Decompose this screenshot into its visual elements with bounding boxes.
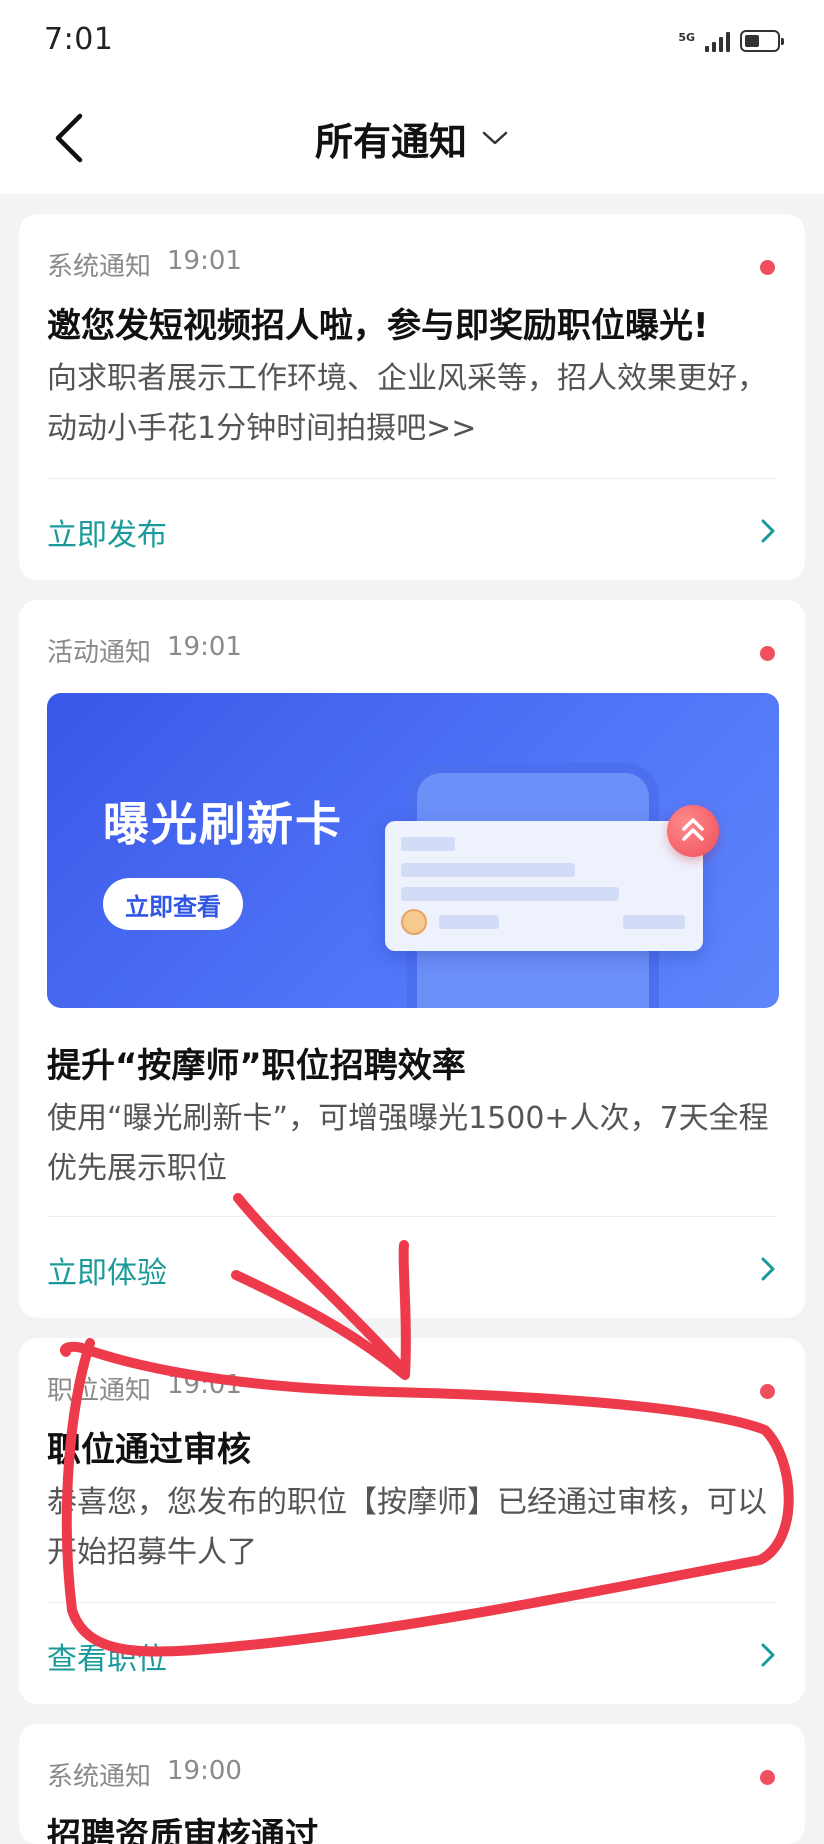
notification-title: 招聘资质审核通过	[47, 1816, 319, 1844]
banner-title: 曝光刷新卡	[103, 797, 343, 851]
view-now-button[interactable]: 立即查看	[103, 878, 243, 930]
notification-body: 向求职者展示工作环境、企业风采等，招人效果更好，动动小手花1分钟时间拍摄吧>>	[47, 361, 767, 446]
publish-now-link[interactable]: 立即发布	[47, 510, 167, 554]
chevron-right-icon[interactable]	[759, 1254, 777, 1284]
notification-card[interactable]: 系统通知 19:01 邀您发短视频招人啦，参与即奖励职位曝光! 向求职者展示工作…	[19, 214, 805, 580]
page-title: 所有通知	[314, 119, 467, 164]
divider	[47, 1216, 777, 1217]
notification-meta: 系统通知 19:01	[47, 246, 242, 283]
notification-category: 职位通知	[47, 1376, 152, 1406]
notification-body: 恭喜您，您发布的职位【按摩师】已经通过审核，可以开始招募牛人了	[47, 1485, 767, 1570]
notification-title: 提升“按摩师”职位招聘效率	[47, 1046, 466, 1086]
notification-card[interactable]: 活动通知 19:01 曝光刷新卡 立即查看 提升“按摩师”职位招聘效率 使用“曝…	[19, 600, 805, 1318]
notification-time: 19:00	[167, 1756, 242, 1786]
unread-dot	[760, 260, 775, 275]
top-bar: 7:01 5G 所有通知	[0, 0, 824, 194]
notification-meta: 职位通知 19:01	[47, 1370, 242, 1407]
unread-dot	[760, 1770, 775, 1785]
notification-card[interactable]: 职位通知 19:01 职位通过审核 恭喜您，您发布的职位【按摩师】已经通过审核，…	[19, 1338, 805, 1704]
notification-category: 系统通知	[47, 1762, 152, 1792]
notification-meta: 系统通知 19:00	[47, 1756, 242, 1793]
signal-icon	[705, 30, 730, 52]
chevron-down-icon	[482, 131, 508, 145]
divider	[47, 478, 777, 479]
unread-dot	[760, 646, 775, 661]
battery-icon	[740, 30, 784, 52]
chevron-right-icon[interactable]	[759, 516, 777, 546]
try-now-link[interactable]: 立即体验	[47, 1248, 167, 1292]
job-card-illustration	[385, 821, 703, 951]
notification-card[interactable]: 系统通知 19:00 招聘资质审核通过	[19, 1724, 805, 1844]
notification-time: 19:01	[167, 632, 242, 662]
divider	[47, 1602, 777, 1603]
boost-up-icon	[667, 805, 719, 857]
network-label: 5G	[678, 30, 695, 44]
notification-body: 使用“曝光刷新卡”，可增强曝光1500+人次，7天全程优先展示职位	[47, 1101, 769, 1186]
chevron-right-icon[interactable]	[759, 1640, 777, 1670]
notification-title: 职位通过审核	[47, 1430, 251, 1470]
promo-banner[interactable]: 曝光刷新卡 立即查看	[47, 693, 779, 1008]
status-time: 7:01	[44, 22, 114, 57]
notification-meta: 活动通知 19:01	[47, 632, 242, 669]
notification-time: 19:01	[167, 246, 242, 276]
notification-category: 活动通知	[47, 638, 152, 668]
notification-filter-dropdown[interactable]: 所有通知	[0, 110, 824, 166]
avatar-icon	[401, 909, 427, 935]
unread-dot	[760, 1384, 775, 1399]
status-icons: 5G	[678, 26, 784, 56]
notification-title: 邀您发短视频招人啦，参与即奖励职位曝光!	[47, 306, 709, 346]
notification-category: 系统通知	[47, 252, 152, 282]
view-job-link[interactable]: 查看职位	[47, 1634, 167, 1678]
notification-time: 19:01	[167, 1370, 242, 1400]
